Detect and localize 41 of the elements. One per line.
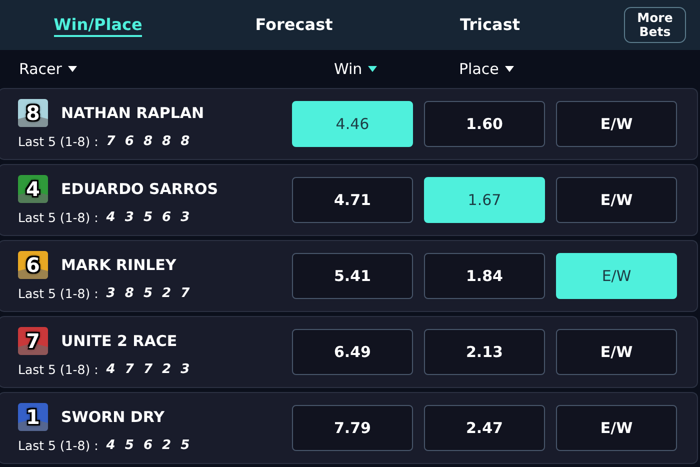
form-label: Last 5 (1-8) : [18, 362, 98, 377]
odds-button[interactable]: E/W [556, 329, 677, 375]
column-header[interactable]: Win [334, 60, 362, 78]
odds-button[interactable]: E/W [556, 101, 677, 147]
form-label: Last 5 (1-8) : [18, 210, 98, 225]
racer-name: NATHAN RAPLAN [61, 104, 204, 122]
odds-button[interactable]: 1.67 [424, 177, 545, 223]
odds-button[interactable]: 5.41 [292, 253, 413, 299]
column-header[interactable]: Place [459, 60, 499, 78]
silk-icon: 4 [18, 175, 48, 203]
odds-button[interactable]: 2.47 [424, 405, 545, 451]
odds-button[interactable]: 1.60 [424, 101, 545, 147]
racer-name: EDUARDO SARROS [61, 180, 218, 198]
form-label: Last 5 (1-8) : [18, 286, 98, 301]
silk-icon: 7 [18, 327, 48, 355]
form-label: Last 5 (1-8) : [18, 438, 98, 453]
form-label: Last 5 (1-8) : [18, 134, 98, 149]
silk-icon: 1 [18, 403, 48, 431]
racer-name: MARK RINLEY [61, 256, 176, 274]
bet-type-tab[interactable]: Win/Place [0, 14, 196, 36]
odds-button[interactable]: 1.84 [424, 253, 545, 299]
odds-button[interactable]: 4.71 [292, 177, 413, 223]
form-figures: 4 7 7 2 3 [106, 362, 190, 377]
silk-icon: 6 [18, 251, 48, 279]
racer-name: UNITE 2 RACE [61, 332, 178, 350]
odds-button[interactable]: E/W [556, 177, 677, 223]
racer-name: SWORN DRY [61, 408, 164, 426]
odds-button[interactable]: 7.79 [292, 405, 413, 451]
more-bets-button[interactable]: More Bets [624, 7, 686, 43]
bet-type-tab[interactable]: Forecast [196, 14, 392, 36]
form-figures: 3 8 5 2 7 [106, 286, 190, 301]
odds-button[interactable]: E/W [556, 405, 677, 451]
odds-button[interactable]: E/W [556, 253, 677, 299]
odds-button[interactable]: 2.13 [424, 329, 545, 375]
form-figures: 4 3 5 6 3 [106, 210, 190, 225]
form-figures: 4 5 6 2 5 [106, 438, 190, 453]
bet-type-tab[interactable]: Tricast [392, 14, 588, 36]
odds-button[interactable]: 4.46 [292, 101, 413, 147]
odds-button[interactable]: 6.49 [292, 329, 413, 375]
form-figures: 7 6 8 8 8 [106, 134, 190, 149]
column-header[interactable]: Racer [19, 60, 62, 78]
